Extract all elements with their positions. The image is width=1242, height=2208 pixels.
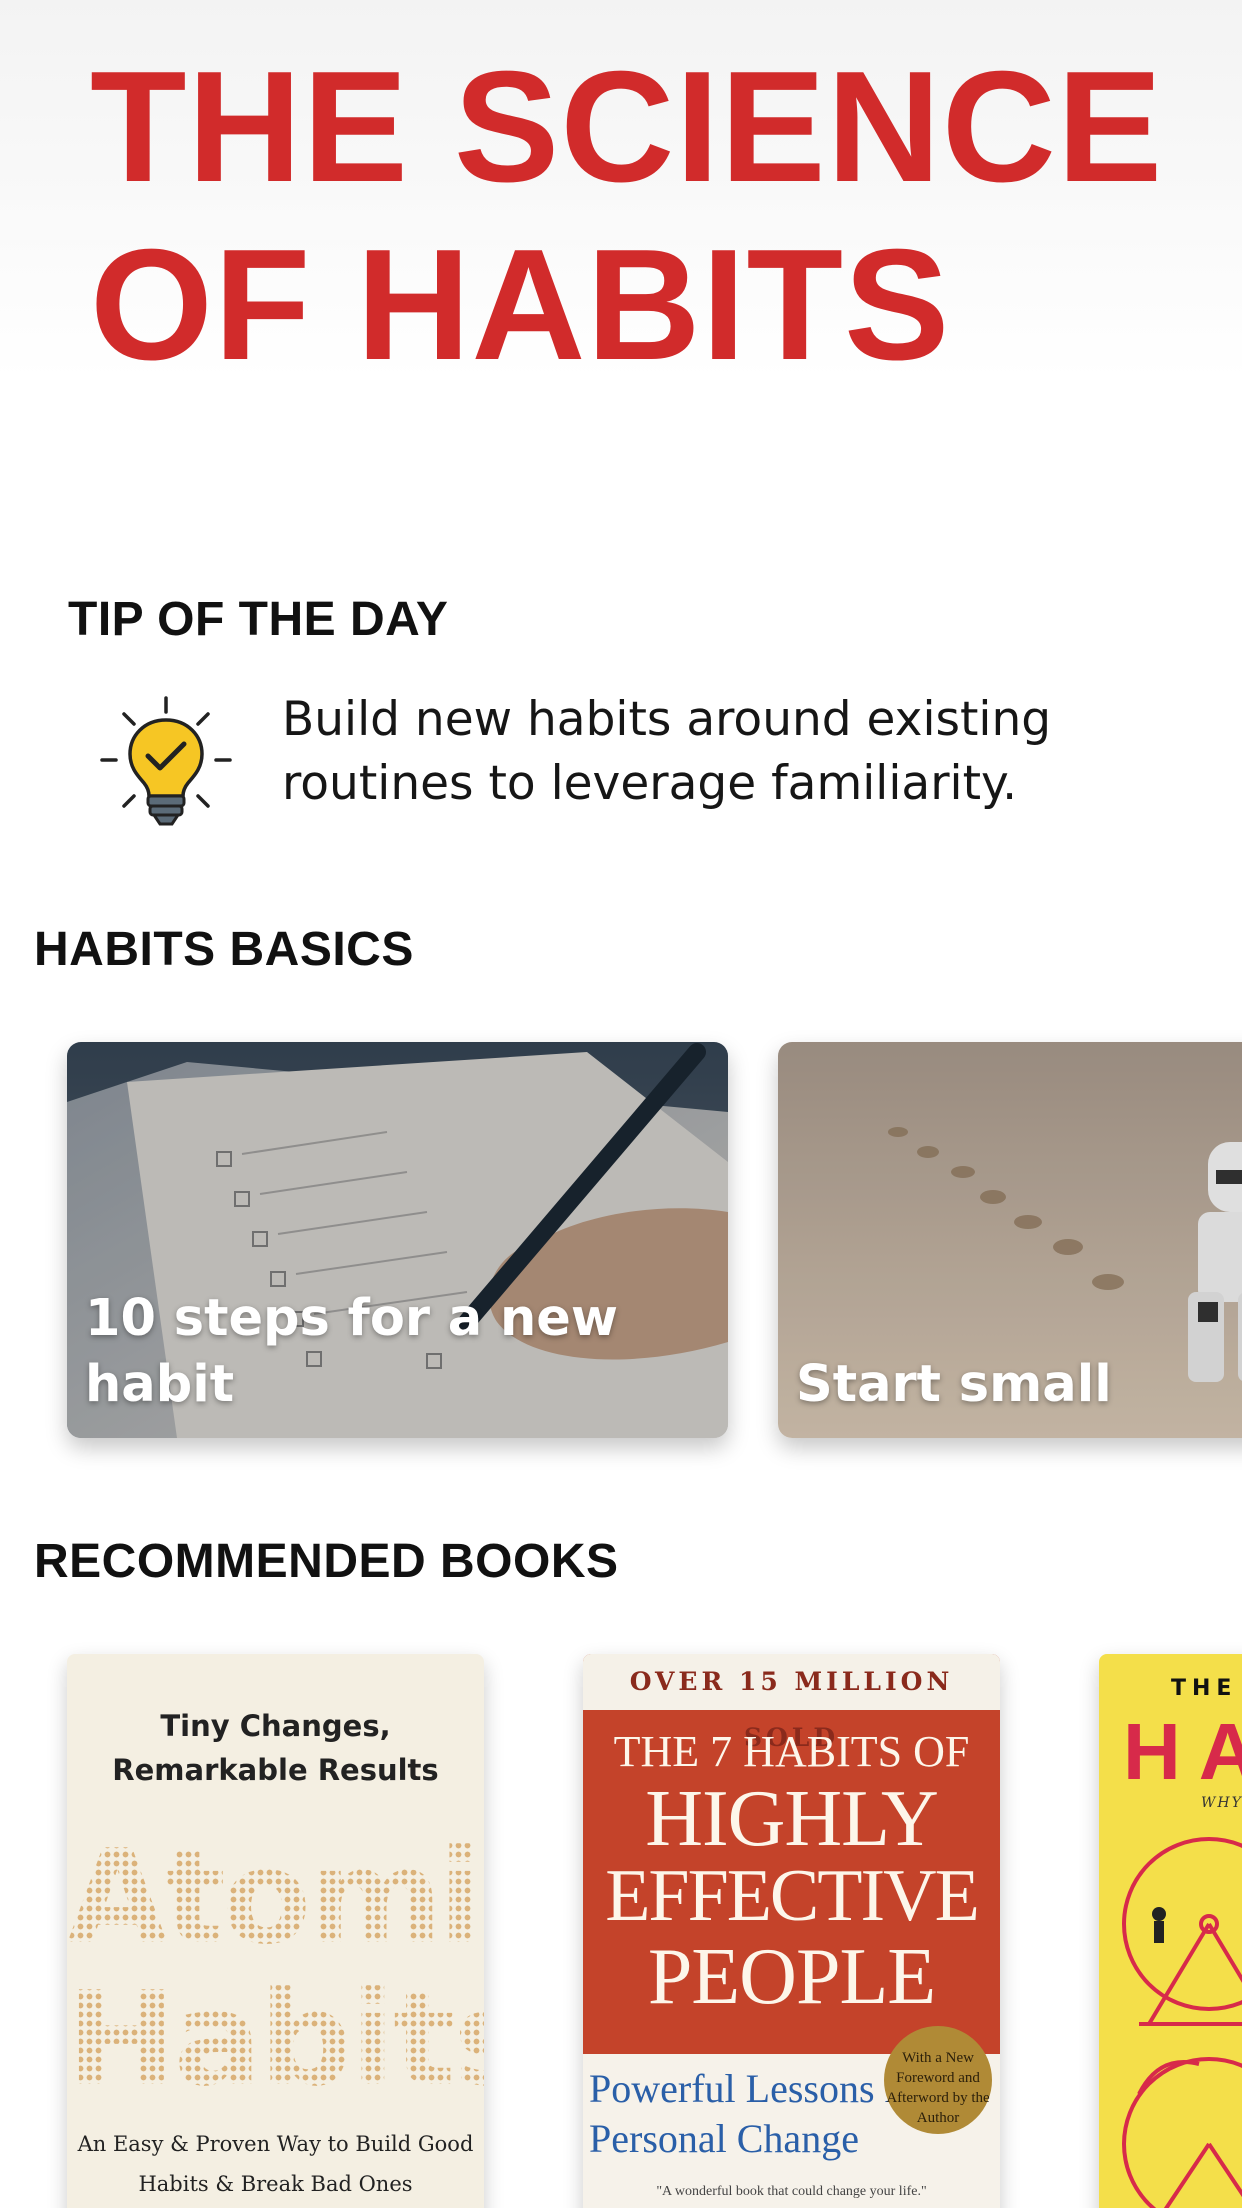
book-title-line: PEOPLE xyxy=(647,1933,936,2021)
book-title-line: EFFECTIVE xyxy=(605,1855,980,1937)
card-10-steps[interactable]: 10 steps for a new habit xyxy=(67,1042,728,1438)
hamster-wheel-illustration xyxy=(1122,1837,1242,2208)
book-title-line: THE 7 HABITS OF xyxy=(613,1727,970,1776)
book-title-line: HIGHLY xyxy=(645,1775,939,1863)
book-subtitle: WHY IN L xyxy=(1201,1795,1242,1811)
book-quote: "A wonderful book that could change your… xyxy=(656,2184,927,2199)
card-label: Start small xyxy=(796,1355,1112,1414)
book-seal: With a New Foreword and Afterword by the… xyxy=(884,2026,992,2134)
app-title: THE SCIENCE OF HABITS xyxy=(90,39,1164,393)
book-7-habits[interactable]: OVER 15 MILLION SOLD THE 7 HABITS OF HIG… xyxy=(583,1654,1000,2208)
lightbulb-check-icon xyxy=(96,690,236,830)
book-title-line: Habits xyxy=(67,1963,484,2115)
book-subtitle: An Easy & Proven Way to Build Good Habit… xyxy=(77,2132,474,2196)
book-tagline: Tiny Changes, Remarkable Results xyxy=(112,1709,439,1787)
book-power-of-habit[interactable]: THE HA WHY IN L xyxy=(1099,1654,1242,2208)
tip-of-the-day: Build new habits around existing routine… xyxy=(96,680,1216,840)
recommended-books-heading: RECOMMENDED BOOKS xyxy=(34,1535,619,1588)
tip-text: Build new habits around existing routine… xyxy=(282,692,1052,811)
tip-of-the-day-heading: TIP OF THE DAY xyxy=(68,593,449,646)
card-start-small[interactable]: Start small xyxy=(778,1042,1242,1438)
book-banner: OVER 15 MILLION SOLD xyxy=(583,1654,1000,1752)
book-atomic-habits[interactable]: Tiny Changes, Remarkable Results Atomic … xyxy=(67,1654,484,2208)
book-title-small: THE xyxy=(1171,1676,1238,1701)
habits-basics-heading: HABITS BASICS xyxy=(34,923,414,976)
header-hero: THE SCIENCE OF HABITS xyxy=(0,0,1242,393)
book-title-big: HA xyxy=(1123,1707,1242,1796)
book-title-line: Atomic xyxy=(67,1832,484,1962)
card-label: 10 steps for a new habit xyxy=(85,1289,618,1414)
